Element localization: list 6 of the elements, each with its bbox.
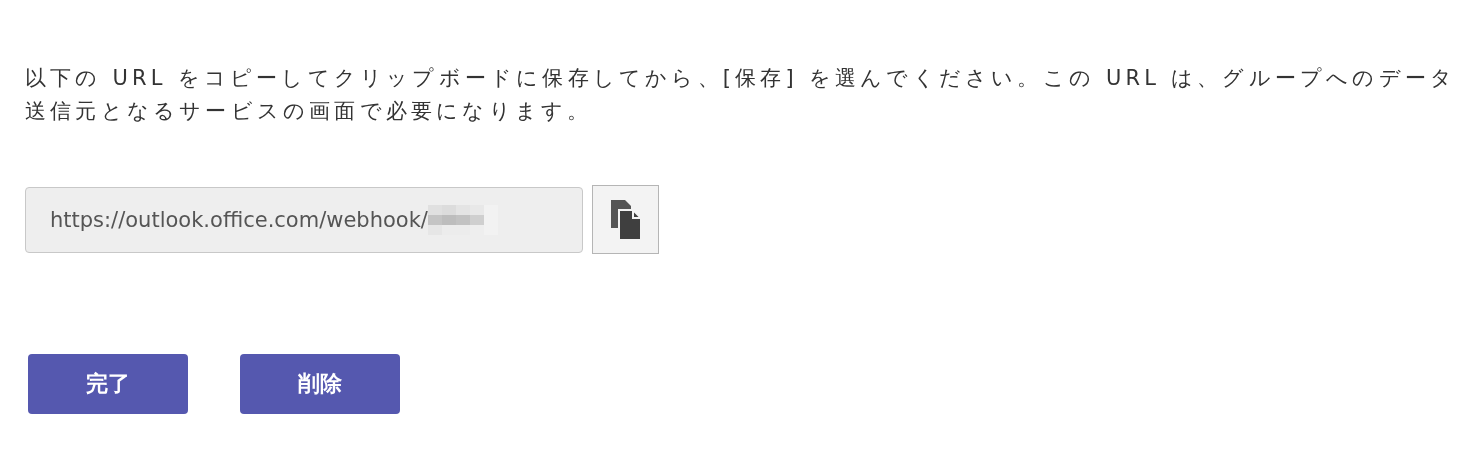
url-field[interactable]: https://outlook.office.com/webhook/ [25, 186, 583, 253]
copy-icon [608, 197, 643, 242]
copy-button[interactable] [592, 185, 659, 254]
instruction-text: 以下の URL をコピーしてクリップボードに保存してから、[保存] を選んでください。この URL は、グループへのデータ送信元となるサービスの画面で必要になります。 [25, 65, 1458, 125]
action-button[interactable]: 完了 [28, 354, 188, 414]
action-button[interactable]: 削除 [240, 354, 400, 414]
